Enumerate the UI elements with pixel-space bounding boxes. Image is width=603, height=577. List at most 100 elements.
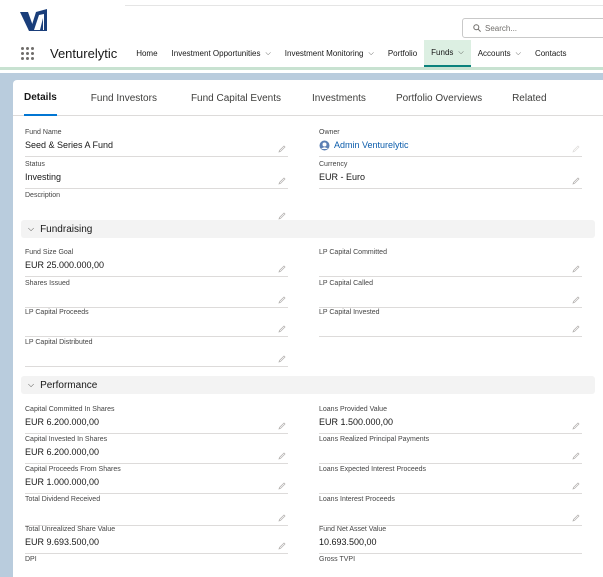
field-label: LP Capital Proceeds (25, 309, 89, 316)
field-total-unrealized-share-value: Total Unrealized Share Value EUR 9.693.5… (25, 526, 288, 554)
field-status: Status Investing (25, 161, 288, 189)
change-owner-icon[interactable] (572, 145, 580, 153)
edit-pencil-icon[interactable] (278, 265, 286, 273)
nav-label: Accounts (477, 49, 511, 58)
owner-link[interactable]: Admin Venturelytic (334, 140, 409, 150)
nav-label: Home (136, 49, 158, 58)
chevron-down-icon[interactable]: ⌵ (516, 50, 521, 58)
field-lp-capital-committed: LP Capital Committed (319, 249, 582, 277)
field-label: Fund Net Asset Value (319, 526, 387, 533)
nav-item-home[interactable]: Home (129, 40, 164, 67)
chevron-down-icon: ⌵ (28, 224, 35, 233)
edit-pencil-icon[interactable] (278, 542, 286, 550)
field-lp-capital-invested: LP Capital Invested (319, 309, 582, 337)
edit-pencil-icon[interactable] (278, 482, 286, 490)
field-capital-invested-in-shares: Capital Invested In Shares EUR 6.200.000… (25, 436, 288, 464)
edit-pencil-icon[interactable] (572, 325, 580, 333)
edit-pencil-icon[interactable] (278, 355, 286, 363)
field-loans-realized-principal-payments: Loans Realized Principal Payments (319, 436, 582, 464)
nav-label: Funds (431, 48, 454, 57)
field-loans-interest-proceeds: Loans Interest Proceeds (319, 496, 582, 526)
field-label: Capital Committed In Shares (25, 406, 115, 413)
field-label: Capital Proceeds From Shares (25, 466, 121, 473)
nav-item-funds[interactable]: Funds ⌵ (424, 40, 471, 67)
chevron-down-icon[interactable]: ⌵ (369, 50, 374, 58)
record-detail-card: Details Fund Investors Fund Capital Even… (13, 80, 603, 577)
tab-investments[interactable]: Investments (312, 80, 366, 116)
user-avatar-icon (319, 140, 330, 151)
edit-pencil-icon[interactable] (278, 296, 286, 304)
field-label: Loans Expected Interest Proceeds (319, 466, 427, 473)
nav-item-portfolio[interactable]: Portfolio (381, 40, 424, 67)
edit-pencil-icon[interactable] (572, 296, 580, 304)
field-value: EUR 1.000.000,00 (25, 477, 100, 487)
field-capital-proceeds-from-shares: Capital Proceeds From Shares EUR 1.000.0… (25, 466, 288, 494)
edit-pencil-icon[interactable] (278, 514, 286, 522)
edit-pencil-icon[interactable] (572, 514, 580, 522)
field-label: Total Dividend Received (25, 496, 101, 503)
edit-pencil-icon[interactable] (572, 452, 580, 460)
field-label: Loans Provided Value (319, 406, 387, 413)
edit-pencil-icon[interactable] (572, 422, 580, 430)
venturelytic-logo[interactable] (20, 9, 47, 33)
edit-pencil-icon[interactable] (572, 177, 580, 185)
field-shares-issued: Shares Issued (25, 280, 288, 308)
search-icon (473, 24, 481, 32)
field-fund-name: Fund Name Seed & Series A Fund (25, 129, 288, 157)
tab-details[interactable]: Details (24, 80, 57, 116)
tab-portfolio-overviews[interactable]: Portfolio Overviews (396, 80, 482, 116)
field-value: EUR 6.200.000,00 (25, 417, 100, 427)
field-label: Total Unrealized Share Value (25, 526, 116, 533)
chevron-down-icon[interactable]: ⌵ (265, 50, 270, 58)
field-lp-capital-called: LP Capital Called (319, 280, 582, 308)
nav-label: Investment Opportunities (171, 49, 261, 58)
field-label: Capital Invested In Shares (25, 436, 108, 443)
field-value: Investing (25, 172, 62, 182)
app-launcher-icon[interactable] (21, 46, 35, 61)
field-label: LP Capital Invested (319, 309, 380, 316)
tab-fund-capital-events[interactable]: Fund Capital Events (191, 80, 281, 116)
search-placeholder: Search... (485, 23, 518, 33)
edit-pencil-icon[interactable] (572, 482, 580, 490)
nav-item-contacts[interactable]: Contacts (528, 40, 574, 67)
nav-item-investment-opportunities[interactable]: Investment Opportunities ⌵ (165, 40, 278, 67)
edit-pencil-icon[interactable] (278, 145, 286, 153)
field-value: EUR 9.693.500,00 (25, 537, 100, 547)
record-tabs: Details Fund Investors Fund Capital Even… (13, 80, 603, 116)
field-label: Owner (319, 129, 340, 136)
field-label: Loans Realized Principal Payments (319, 436, 430, 443)
tab-related[interactable]: Related (512, 80, 546, 116)
field-value: Seed & Series A Fund (25, 140, 114, 150)
field-lp-capital-distributed: LP Capital Distributed (25, 339, 288, 367)
field-label: Loans Interest Proceeds (319, 496, 395, 503)
nav-label: Portfolio (387, 49, 418, 58)
field-label: Description (25, 192, 61, 199)
nav-item-investment-monitoring[interactable]: Investment Monitoring ⌵ (278, 40, 381, 67)
edit-pencil-icon[interactable] (278, 452, 286, 460)
field-value: EUR 25.000.000,00 (25, 260, 105, 270)
edit-pencil-icon[interactable] (278, 325, 286, 333)
app-nav-bar: Venturelytic Home Investment Opportuniti… (0, 40, 603, 70)
field-value: EUR - Euro (319, 172, 366, 182)
field-capital-committed-in-shares: Capital Committed In Shares EUR 6.200.00… (25, 406, 288, 434)
section-performance-header[interactable]: ⌵ Performance (21, 376, 595, 394)
nav-item-accounts[interactable]: Accounts ⌵ (471, 40, 528, 67)
field-lp-capital-proceeds: LP Capital Proceeds (25, 309, 288, 337)
nav-label: Contacts (534, 49, 567, 58)
section-fundraising-header[interactable]: ⌵ Fundraising (21, 220, 595, 238)
field-owner: Owner Admin Venturelytic (319, 129, 582, 157)
field-label: LP Capital Committed (319, 249, 387, 256)
field-label: LP Capital Called (319, 280, 373, 287)
field-label: DPI (25, 556, 37, 563)
global-search-input[interactable]: Search... (462, 18, 603, 38)
edit-pencil-icon[interactable] (278, 422, 286, 430)
global-header: Search... (0, 0, 603, 40)
edit-pencil-icon[interactable] (278, 212, 286, 220)
edit-pencil-icon[interactable] (278, 177, 286, 185)
chevron-down-icon: ⌵ (28, 380, 35, 389)
chevron-down-icon[interactable]: ⌵ (458, 49, 463, 57)
field-fund-size-goal: Fund Size Goal EUR 25.000.000,00 (25, 249, 288, 277)
tab-fund-investors[interactable]: Fund Investors (91, 80, 157, 116)
field-currency: Currency EUR - Euro (319, 161, 582, 189)
edit-pencil-icon[interactable] (572, 265, 580, 273)
